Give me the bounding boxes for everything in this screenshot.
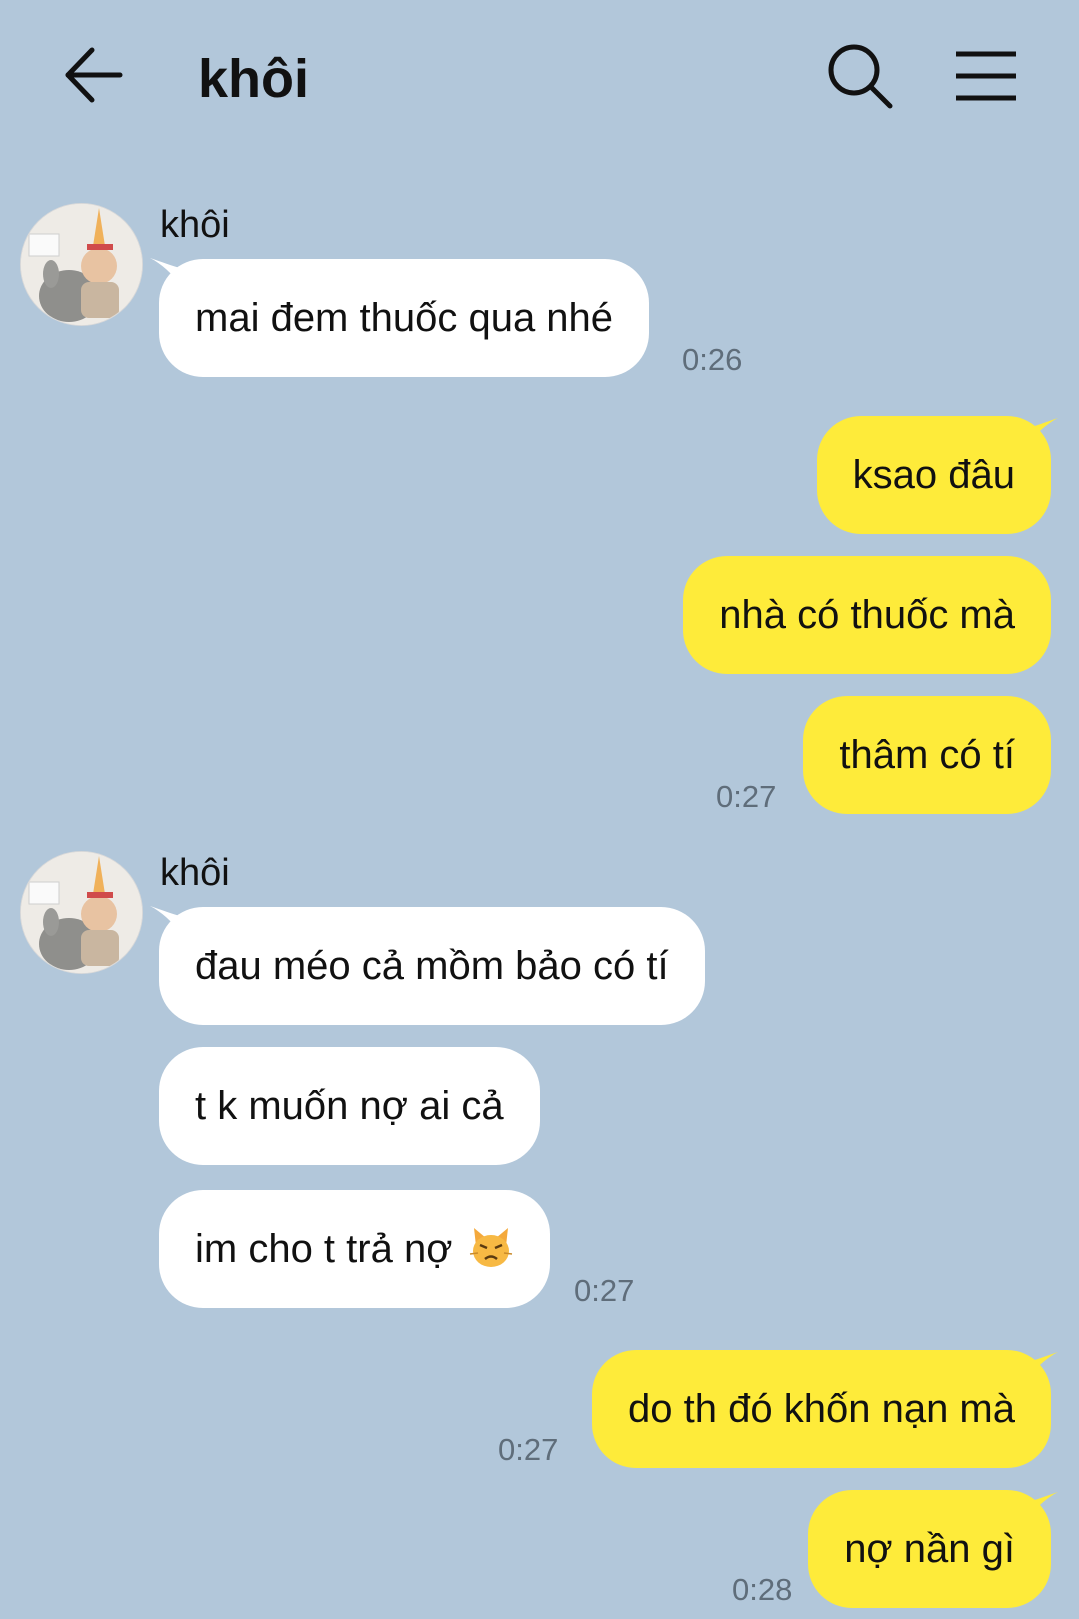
outgoing-message[interactable]: ksao đâu xyxy=(816,416,1051,534)
message-time: 0:27 xyxy=(498,1432,559,1467)
outgoing-message[interactable]: thâm có tí xyxy=(803,696,1051,814)
avatar-photo-icon xyxy=(21,852,142,973)
incoming-message[interactable]: mai đem thuốc qua nhé xyxy=(159,259,650,377)
hamburger-menu-icon xyxy=(956,51,1016,101)
outgoing-message[interactable]: nhà có thuốc mà xyxy=(683,556,1051,674)
avatar[interactable] xyxy=(20,851,143,974)
chat-title: khôi xyxy=(198,49,310,109)
avatar[interactable] xyxy=(20,203,143,326)
message-text: im cho t trả nợ xyxy=(195,1227,453,1271)
avatar-photo-icon xyxy=(21,204,142,325)
incoming-message[interactable]: im cho t trả nợ xyxy=(159,1190,550,1308)
arrow-left-icon xyxy=(65,47,123,103)
incoming-message[interactable]: đau méo cả mồm bảo có tí xyxy=(159,907,705,1025)
sender-name: khôi xyxy=(160,204,230,246)
outgoing-message[interactable]: nợ nần gì xyxy=(808,1490,1051,1608)
menu-button[interactable] xyxy=(950,44,1022,108)
search-button[interactable] xyxy=(822,38,898,114)
sender-name: khôi xyxy=(160,852,230,894)
chat-screen: khôi khôi mai đem thuốc qua nhé 0:26 ksa… xyxy=(0,0,1079,1619)
message-time: 0:26 xyxy=(682,342,743,377)
chat-header: khôi xyxy=(0,0,1079,160)
message-time: 0:27 xyxy=(716,779,777,814)
outgoing-message[interactable]: do th đó khốn nạn mà xyxy=(592,1350,1051,1468)
message-time: 0:28 xyxy=(732,1572,793,1607)
incoming-message[interactable]: t k muốn nợ ai cả xyxy=(159,1047,540,1165)
search-icon xyxy=(828,44,893,109)
message-time: 0:27 xyxy=(574,1273,635,1308)
back-button[interactable] xyxy=(60,40,130,110)
pouting-cat-emoji xyxy=(469,1228,512,1267)
